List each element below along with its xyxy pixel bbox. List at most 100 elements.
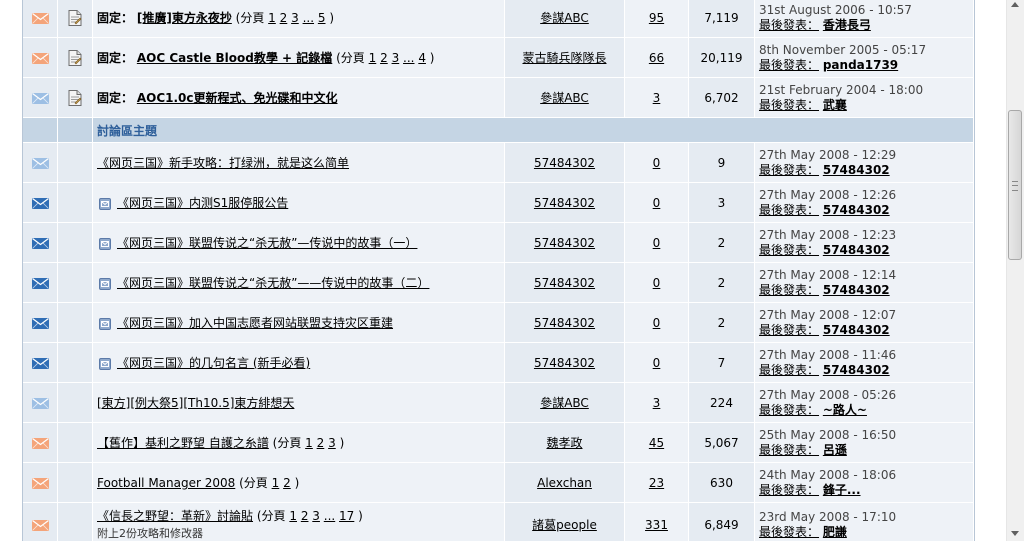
last-poster-link[interactable]: 57484302 (823, 163, 890, 177)
page-link[interactable]: 2 (380, 51, 388, 65)
type-cell (58, 503, 93, 541)
author-link[interactable]: 57484302 (534, 236, 595, 250)
scroll-up-arrow-icon[interactable] (1011, 2, 1019, 7)
last-poster-link[interactable]: 呂遜 (823, 443, 847, 457)
topic-title-link[interactable]: AOC Castle Blood教學 + 記錄檔 (137, 51, 332, 65)
topic-row[interactable]: 《信長之野望：革新》討論貼 (分頁 1 2 3 ... 17 ) 附上2份攻略和修… (23, 503, 974, 541)
last-post-by: 最後發表： 呂遜 (759, 443, 973, 458)
topic-title-link[interactable]: 【舊作】基利之野望 自護之糸譜 (97, 436, 269, 450)
page-link[interactable]: 1 (369, 51, 377, 65)
page-link[interactable]: ... (324, 509, 335, 523)
page-link[interactable]: 2 (317, 436, 325, 450)
topic-row[interactable]: 《网页三国》联盟传说之“杀无赦”——传说中的故事（二） 57484302 0 2 27t… (23, 263, 974, 303)
page-link[interactable]: 17 (339, 509, 354, 523)
author-link[interactable]: 57484302 (534, 316, 595, 330)
last-poster-link[interactable]: ~路人~ (823, 403, 867, 417)
author-cell: 蒙古騎兵隊隊長 (505, 38, 625, 78)
scroll-thumb[interactable] (1008, 110, 1022, 260)
topic-row[interactable]: 《网页三国》加入中国志愿者网站联盟支持灾区重建 57484302 0 2 27th Ma… (23, 303, 974, 343)
page-link[interactable]: ... (403, 51, 414, 65)
page-link[interactable]: 3 (312, 509, 320, 523)
page-link[interactable]: 5 (318, 11, 326, 25)
page-link[interactable]: 2 (280, 11, 288, 25)
last-poster-link[interactable]: 57484302 (823, 283, 890, 297)
title-cell: 《网页三国》联盟传说之“杀无赦”——传说中的故事（二） (93, 263, 505, 303)
last-poster-link[interactable]: 57484302 (823, 323, 890, 337)
topic-title-link[interactable]: [推廣]東方永夜抄 (137, 11, 232, 25)
author-cell: 57484302 (505, 303, 625, 343)
topic-row[interactable]: [東方][例大祭5][Th10.5]東方緋想天 參謀ABC 3 224 27th May… (23, 383, 974, 423)
topic-title-link[interactable]: 《网页三国》的几句名言 (新手必看) (117, 356, 310, 370)
last-post-by: 最後發表： 57484302 (759, 243, 973, 258)
replies-link[interactable]: 0 (653, 276, 661, 290)
last-poster-link[interactable]: 57484302 (823, 363, 890, 377)
author-link[interactable]: 57484302 (534, 196, 595, 210)
replies-link[interactable]: 3 (653, 91, 661, 105)
replies-link[interactable]: 0 (653, 316, 661, 330)
page-link[interactable]: 1 (305, 436, 313, 450)
replies-link[interactable]: 45 (649, 436, 664, 450)
topic-row[interactable]: 《网页三国》联盟传说之“杀无赦”—传说中的故事（一） 57484302 0 2 27th… (23, 223, 974, 263)
topic-title-link[interactable]: Football Manager 2008 (97, 476, 235, 490)
topic-row[interactable]: 《网页三国》的几句名言 (新手必看) 57484302 0 7 27th May 200… (23, 343, 974, 383)
last-poster-link[interactable]: 鋒子... (823, 483, 861, 497)
author-link[interactable]: 參謀ABC (540, 396, 589, 410)
topic-row[interactable]: Football Manager 2008 (分頁 1 2 ) Alexchan 2… (23, 463, 974, 503)
topic-row[interactable]: 固定： [推廣]東方永夜抄 (分頁 1 2 3 ... 5 ) 參謀ABC 95 7,… (23, 0, 974, 38)
topic-row[interactable]: 《网页三国》内测S1服停服公告 57484302 0 3 27th May 2008 -… (23, 183, 974, 223)
last-post-date: 23rd May 2008 - 17:10 (759, 509, 897, 524)
page-links: (分頁 1 2 ) (235, 476, 299, 490)
author-link[interactable]: Alexchan (537, 476, 592, 490)
author-link[interactable]: 蒙古騎兵隊隊長 (522, 51, 606, 65)
replies-link[interactable]: 0 (653, 156, 661, 170)
topic-title-link[interactable]: 《网页三国》加入中国志愿者网站联盟支持灾区重建 (117, 316, 393, 330)
page-link[interactable]: 2 (283, 476, 291, 490)
last-poster-link[interactable]: 57484302 (823, 243, 890, 257)
replies-link[interactable]: 95 (649, 11, 664, 25)
topic-title-link[interactable]: [東方][例大祭5][Th10.5]東方緋想天 (97, 396, 294, 410)
replies-link[interactable]: 0 (653, 356, 661, 370)
topic-title-link[interactable]: 《网页三国》新手攻略：打绿洲，就是这么简单 (97, 156, 349, 170)
replies-link[interactable]: 0 (653, 236, 661, 250)
topic-title-link[interactable]: AOC1.0c更新程式、免光碟和中文化 (137, 91, 338, 105)
page-link[interactable]: 3 (291, 11, 299, 25)
author-link[interactable]: 57484302 (534, 276, 595, 290)
page-link[interactable]: 1 (272, 476, 280, 490)
replies-link[interactable]: 23 (649, 476, 664, 490)
type-cell (58, 143, 93, 183)
vertical-scrollbar[interactable] (1006, 0, 1024, 541)
last-poster-link[interactable]: panda1739 (823, 58, 898, 72)
topic-row[interactable]: 《网页三国》新手攻略：打绿洲，就是这么简单 57484302 0 9 27th May … (23, 143, 974, 183)
author-link[interactable]: 57484302 (534, 356, 595, 370)
replies-link[interactable]: 66 (649, 51, 664, 65)
topic-row[interactable]: 固定： AOC Castle Blood教學 + 記錄檔 (分頁 1 2 3 .… (23, 38, 974, 78)
last-poster-link[interactable]: 肥謙 (823, 525, 847, 539)
topic-title-link[interactable]: 《网页三国》内测S1服停服公告 (117, 196, 288, 210)
last-poster-link[interactable]: 香港長弓 (823, 18, 871, 32)
replies-link[interactable]: 0 (653, 196, 661, 210)
replies-link[interactable]: 3 (653, 396, 661, 410)
author-link[interactable]: 諸葛people (532, 518, 597, 532)
author-link[interactable]: 魏孝政 (546, 436, 582, 450)
topic-title-link[interactable]: 《信長之野望：革新》討論貼 (97, 509, 253, 523)
type-cell (58, 0, 93, 38)
topic-row[interactable]: 【舊作】基利之野望 自護之糸譜 (分頁 1 2 3 ) 魏孝政 45 5,067 25t… (23, 423, 974, 463)
author-link[interactable]: 參謀ABC (540, 91, 589, 105)
page-link[interactable]: 1 (268, 11, 276, 25)
last-poster-link[interactable]: 武襄 (823, 98, 847, 112)
page-link[interactable]: ... (303, 11, 314, 25)
last-poster-link[interactable]: 57484302 (823, 203, 890, 217)
page-link[interactable]: 1 (289, 509, 297, 523)
replies-link[interactable]: 331 (645, 518, 668, 532)
author-link[interactable]: 57484302 (534, 156, 595, 170)
page-link[interactable]: 3 (392, 51, 400, 65)
topic-row[interactable]: 固定： AOC1.0c更新程式、免光碟和中文化 參謀ABC 3 6,702 21st F… (23, 78, 974, 118)
author-link[interactable]: 參謀ABC (540, 11, 589, 25)
topic-title-link[interactable]: 《网页三国》联盟传说之“杀无赦”——传说中的故事（二） (117, 276, 429, 290)
page-link[interactable]: 4 (418, 51, 426, 65)
page-link[interactable]: 3 (328, 436, 336, 450)
page-link[interactable]: 2 (301, 509, 309, 523)
scroll-down-arrow-icon[interactable] (1011, 531, 1019, 536)
topic-title-link[interactable]: 《网页三国》联盟传说之“杀无赦”—传说中的故事（一） (117, 236, 417, 250)
envelope-icon (31, 197, 49, 209)
